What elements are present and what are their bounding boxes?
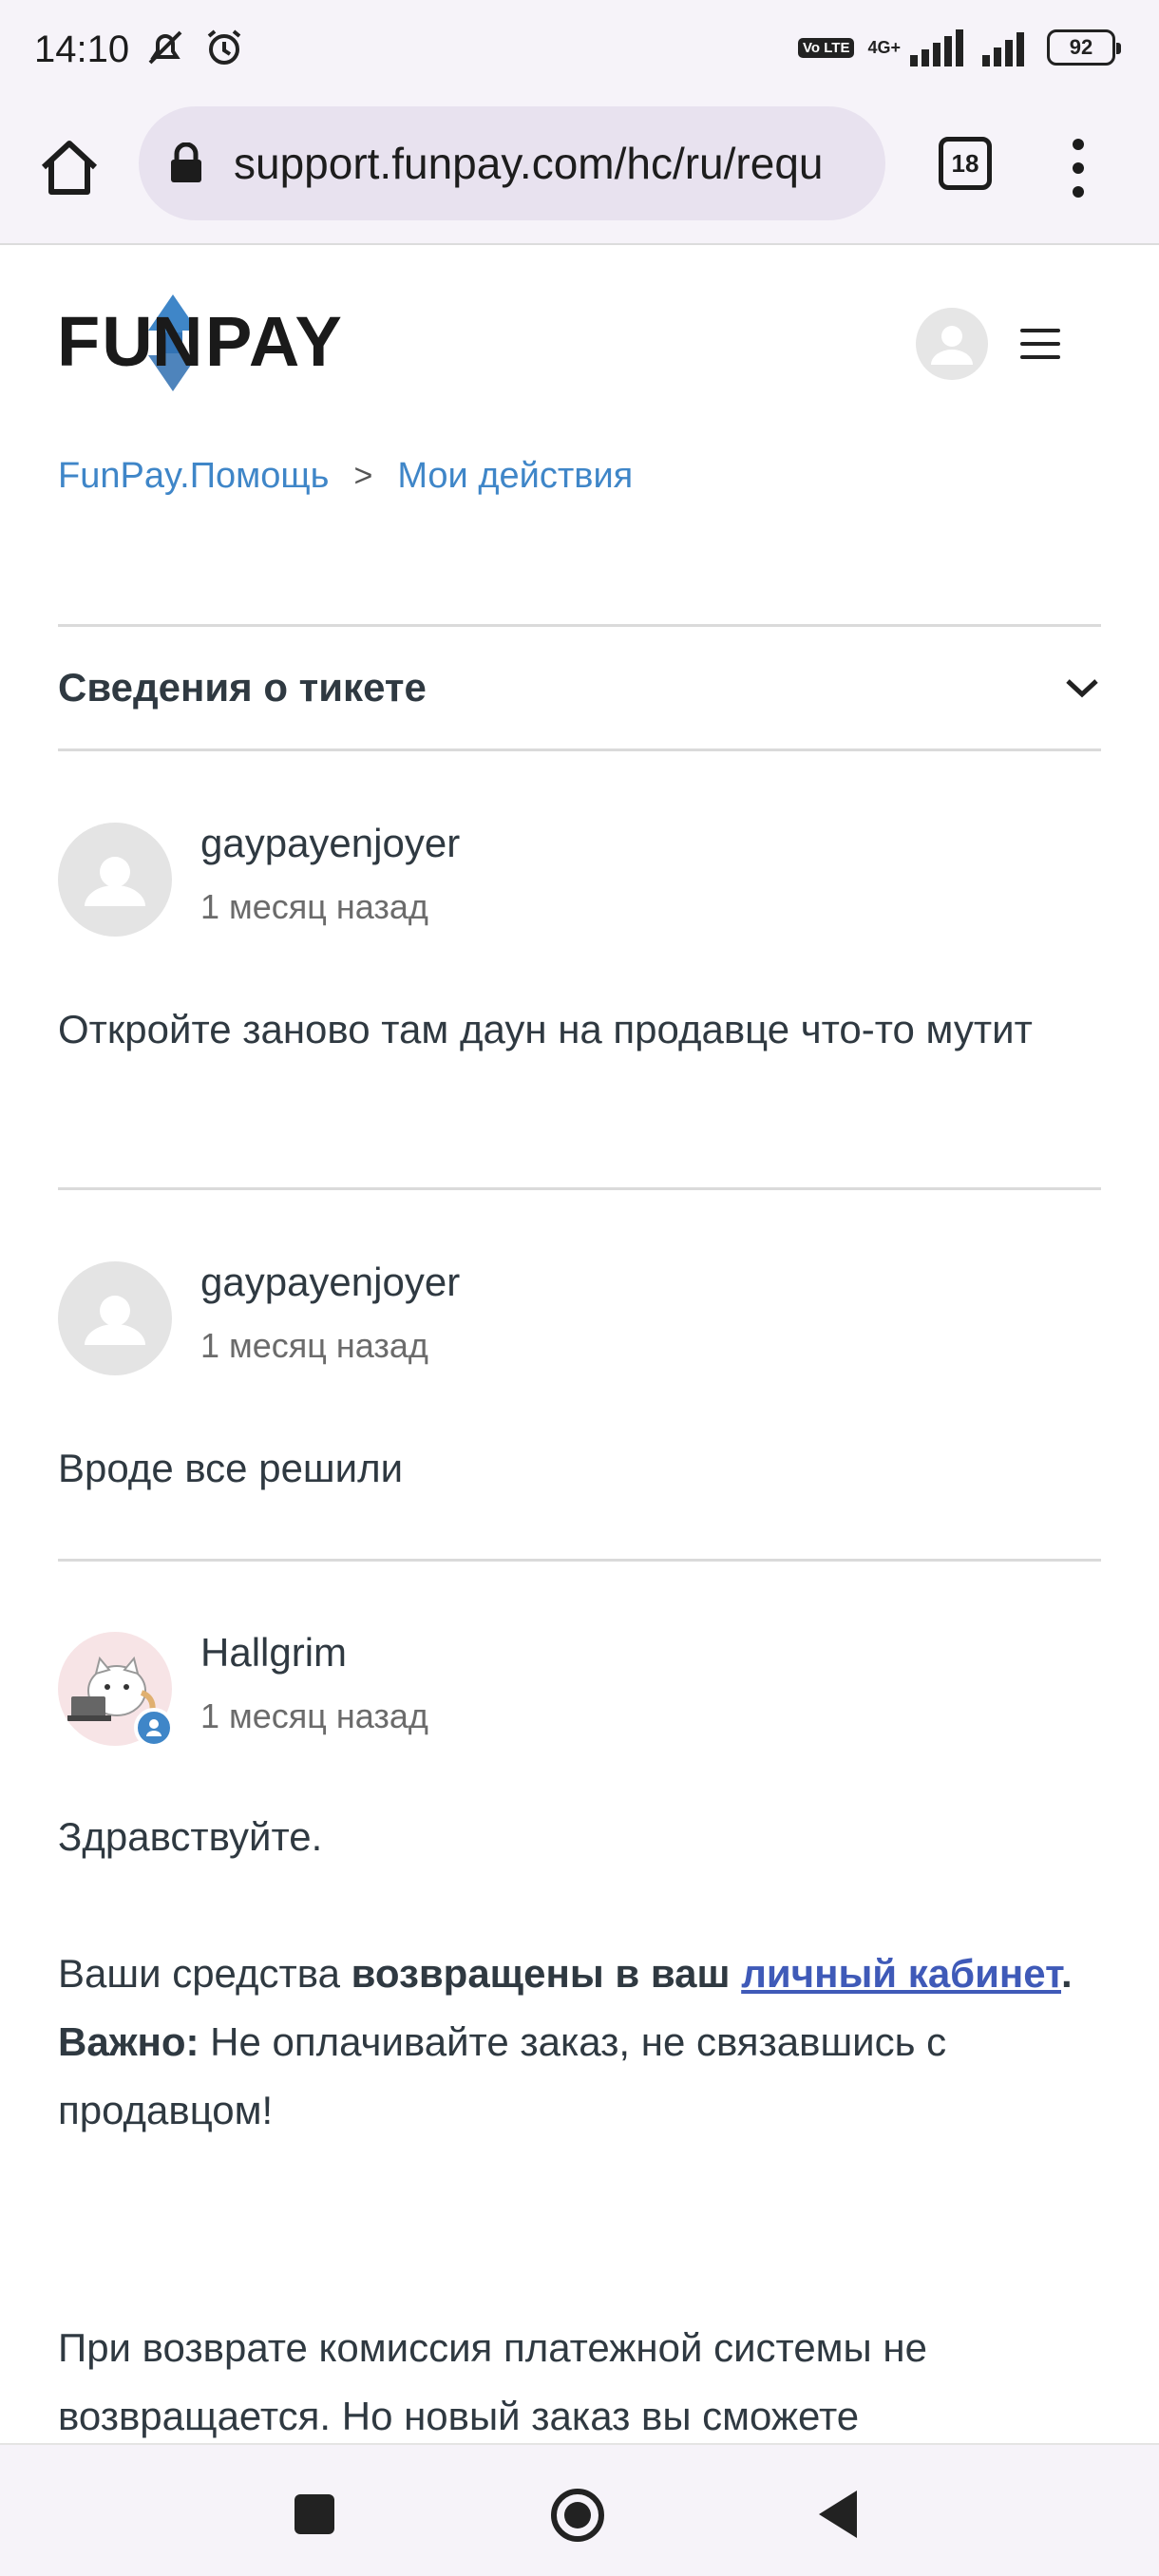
- comment-bold-text: возвращены в ваш: [351, 1951, 731, 1996]
- muted-bell-icon: [148, 30, 182, 65]
- comment-author: Hallgrim: [200, 1630, 348, 1675]
- address-bar[interactable]: support.funpay.com/hc/ru/requ: [139, 106, 885, 220]
- comment-bold-text: Важно:: [58, 2019, 200, 2064]
- volte-badge: Vo LTE: [798, 37, 855, 58]
- agent-badge-icon: [134, 1708, 174, 1748]
- hamburger-menu-icon[interactable]: [1020, 329, 1064, 361]
- divider: [58, 1187, 1101, 1190]
- user-icon: [931, 326, 973, 365]
- home-icon[interactable]: [36, 135, 103, 201]
- network-type: 4G+: [867, 37, 901, 57]
- svg-text:N: N: [152, 302, 202, 381]
- breadcrumb-my-activities-link[interactable]: Мои действия: [397, 456, 633, 497]
- status-time: 14:10: [34, 28, 130, 70]
- battery-icon: 92: [1047, 29, 1121, 66]
- funpay-logo[interactable]: FU N PAY: [57, 285, 342, 399]
- user-avatar-button[interactable]: [916, 308, 988, 380]
- comment-date: 1 месяц назад: [200, 887, 428, 926]
- comment-text: Ваши средства: [58, 1951, 352, 1996]
- status-icons-right: Vo LTE 4G+ 92: [798, 28, 1121, 66]
- breadcrumb-help-link[interactable]: FunPay.Помощь: [58, 456, 329, 497]
- divider: [58, 1559, 1101, 1562]
- chevron-down-icon: [1066, 679, 1098, 698]
- more-menu-icon[interactable]: [1064, 135, 1092, 201]
- browser-toolbar: support.funpay.com/hc/ru/requ 18: [0, 99, 1159, 245]
- tab-count: 18: [951, 148, 979, 178]
- lock-icon: [171, 142, 201, 182]
- battery-level: 92: [1069, 35, 1093, 59]
- comment-body: Вроде все решили: [58, 1446, 404, 1490]
- svg-text:PAY: PAY: [205, 302, 342, 381]
- comment-author: gaypayenjoyer: [200, 1260, 461, 1304]
- comment-paragraph: При возврате комиссия платежной системы …: [58, 2325, 927, 2438]
- divider: [58, 748, 1101, 751]
- comment-date: 1 месяц назад: [200, 1696, 428, 1735]
- comment-bold-text: .: [1061, 1951, 1073, 1996]
- breadcrumb: FunPay.Помощь > Мои действия: [58, 456, 633, 497]
- system-nav-bar: [0, 2443, 1159, 2576]
- comment-paragraph: Ваши средства возвращены в ваш личный ка…: [58, 1940, 1101, 2145]
- user-icon: [85, 857, 145, 906]
- comment-text: [731, 1951, 742, 1996]
- svg-text:FU: FU: [57, 302, 155, 381]
- comment-body: Откройте заново там даун на продавце что…: [58, 1007, 1033, 1051]
- avatar: [58, 823, 172, 937]
- comment-greeting: Здравствуйте.: [58, 1814, 323, 1859]
- home-circle-icon[interactable]: [549, 2487, 606, 2544]
- comment-date: 1 месяц назад: [200, 1326, 428, 1365]
- comment-author: gaypayenjoyer: [200, 821, 461, 865]
- signal-icon-2: [982, 32, 1024, 66]
- avatar: [58, 1261, 172, 1375]
- breadcrumb-separator: >: [353, 458, 373, 494]
- status-bar: 14:10 Vo LTE 4G+ 92: [0, 0, 1159, 99]
- ticket-info-title: Сведения о тикете: [58, 665, 427, 710]
- ticket-info-toggle[interactable]: Сведения о тикете: [58, 627, 1101, 748]
- signal-icon: [910, 29, 963, 66]
- tab-switcher-button[interactable]: 18: [939, 137, 992, 190]
- alarm-icon: [207, 29, 241, 65]
- status-icons-left: [142, 25, 247, 70]
- personal-cabinet-link[interactable]: личный кабинет: [741, 1951, 1061, 1996]
- user-icon: [85, 1296, 145, 1345]
- recent-apps-icon[interactable]: [294, 2494, 334, 2534]
- back-icon[interactable]: [815, 2489, 859, 2540]
- url-text: support.funpay.com/hc/ru/requ: [234, 139, 824, 188]
